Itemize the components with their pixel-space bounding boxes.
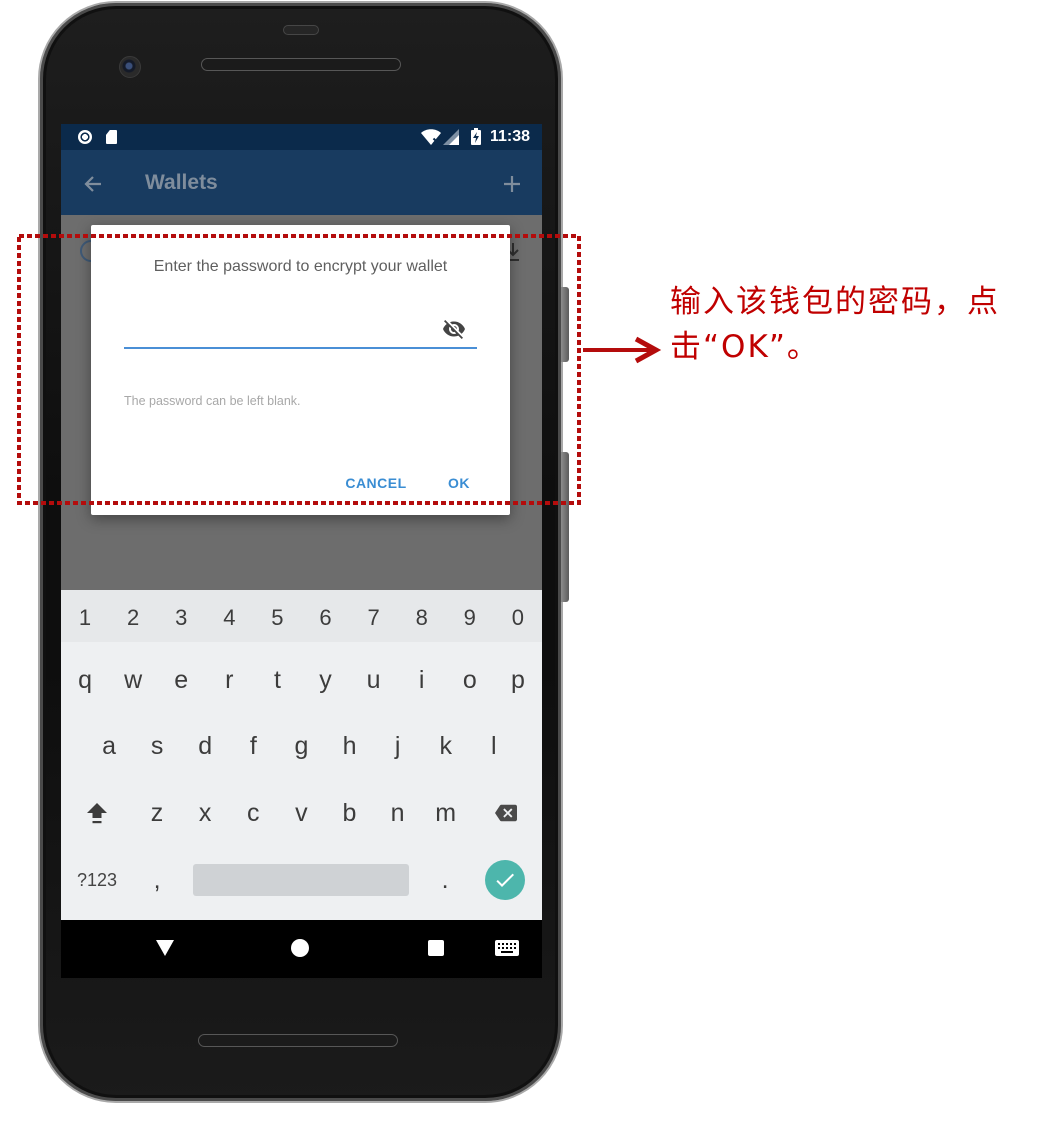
- key-d[interactable]: d: [181, 713, 229, 779]
- status-time: 11:38: [490, 128, 531, 145]
- key-q[interactable]: q: [61, 647, 109, 713]
- battery-charging-icon: [471, 128, 481, 145]
- key-n[interactable]: n: [373, 780, 421, 846]
- key-a[interactable]: a: [85, 713, 133, 779]
- key-6[interactable]: 6: [301, 590, 349, 642]
- key-7[interactable]: 7: [350, 590, 398, 642]
- dialog-title: Enter the password to encrypt your walle…: [153, 258, 448, 275]
- key-3[interactable]: 3: [157, 590, 205, 642]
- shift-arrow-icon: [87, 803, 107, 824]
- backspace-icon: [494, 804, 517, 822]
- symbols-key[interactable]: ?123: [61, 847, 133, 913]
- space-key[interactable]: [181, 847, 421, 913]
- hide-keyboard-triangle-icon[interactable]: [156, 940, 174, 956]
- front-camera: [119, 56, 141, 78]
- notification-circle-icon: [78, 130, 92, 144]
- key-w[interactable]: w: [109, 647, 157, 713]
- key-l[interactable]: l: [470, 713, 518, 779]
- arrow-left-icon[interactable]: [83, 174, 103, 194]
- status-bar: 11:38: [61, 124, 542, 150]
- top-speaker-grille: [201, 58, 401, 71]
- home-circle-icon[interactable]: [291, 939, 309, 957]
- keyboard-row-1: q w e r t y u i o p: [61, 647, 542, 713]
- key-z[interactable]: z: [133, 780, 181, 846]
- key-f[interactable]: f: [229, 713, 277, 779]
- key-9[interactable]: 9: [446, 590, 494, 642]
- wifi-no-internet-icon: [421, 129, 441, 145]
- key-j[interactable]: j: [374, 713, 422, 779]
- sd-card-icon: [106, 130, 117, 144]
- key-e[interactable]: e: [157, 647, 205, 713]
- key-v[interactable]: v: [277, 780, 325, 846]
- comma-key[interactable]: ,: [133, 847, 181, 913]
- annotation-line-2: 击“OK”。: [670, 329, 820, 365]
- plus-icon[interactable]: [502, 174, 522, 194]
- soft-keyboard: 1 2 3 4 5 6 7 8 9 0 q w e r t y u i o p …: [61, 590, 542, 920]
- bottom-speaker-grille: [198, 1034, 398, 1047]
- key-0[interactable]: 0: [494, 590, 542, 642]
- key-h[interactable]: h: [325, 713, 373, 779]
- key-2[interactable]: 2: [109, 590, 157, 642]
- key-i[interactable]: i: [398, 647, 446, 713]
- key-g[interactable]: g: [277, 713, 325, 779]
- key-p[interactable]: p: [494, 647, 542, 713]
- period-key[interactable]: .: [421, 847, 469, 913]
- keyboard-row-2: a s d f g h j k l: [61, 713, 542, 779]
- eye-off-icon[interactable]: [442, 317, 466, 341]
- password-dialog: Enter the password to encrypt your walle…: [91, 225, 510, 515]
- volume-rocker: [561, 452, 569, 602]
- enter-key-circle: [485, 860, 526, 900]
- space-bar: [193, 864, 410, 896]
- backspace-key[interactable]: [470, 780, 542, 846]
- key-b[interactable]: b: [325, 780, 373, 846]
- key-m[interactable]: m: [422, 780, 470, 846]
- annotation-instruction: 输入该钱包的密码，点 击“OK”。: [670, 280, 1032, 370]
- key-5[interactable]: 5: [253, 590, 301, 642]
- keyboard-row-3: z x c v b n m: [61, 780, 542, 846]
- shift-key[interactable]: [61, 780, 133, 846]
- annotation-line-1: 输入该钱包的密码，点: [670, 284, 1000, 320]
- key-s[interactable]: s: [133, 713, 181, 779]
- key-1[interactable]: 1: [61, 590, 109, 642]
- key-4[interactable]: 4: [205, 590, 253, 642]
- earpiece-slot: [283, 25, 319, 35]
- password-hint: The password can be left blank.: [124, 394, 301, 408]
- check-icon: [496, 873, 515, 887]
- phone-screen: 11:38 Wallets Enter the password to encr…: [61, 124, 542, 978]
- key-r[interactable]: r: [205, 647, 253, 713]
- navigation-bar: [61, 920, 542, 978]
- key-y[interactable]: y: [301, 647, 349, 713]
- app-bar-title: Wallets: [145, 171, 218, 194]
- password-input[interactable]: [124, 315, 477, 349]
- key-k[interactable]: k: [422, 713, 470, 779]
- key-c[interactable]: c: [229, 780, 277, 846]
- keyboard-number-row: 1 2 3 4 5 6 7 8 9 0: [61, 590, 542, 642]
- key-x[interactable]: x: [181, 780, 229, 846]
- key-8[interactable]: 8: [398, 590, 446, 642]
- annotation-arrow-head: [634, 336, 662, 364]
- recents-square-icon[interactable]: [428, 940, 444, 956]
- key-t[interactable]: t: [253, 647, 301, 713]
- key-o[interactable]: o: [446, 647, 494, 713]
- cell-signal-icon: [443, 129, 459, 145]
- keyboard-switch-icon[interactable]: [495, 940, 519, 956]
- ok-button[interactable]: OK: [433, 465, 485, 501]
- app-bar: Wallets: [61, 150, 542, 215]
- key-u[interactable]: u: [350, 647, 398, 713]
- enter-key[interactable]: [469, 847, 541, 913]
- keyboard-row-4: ?123 , .: [61, 847, 542, 913]
- cancel-button[interactable]: CANCEL: [336, 465, 416, 501]
- power-button: [561, 287, 569, 362]
